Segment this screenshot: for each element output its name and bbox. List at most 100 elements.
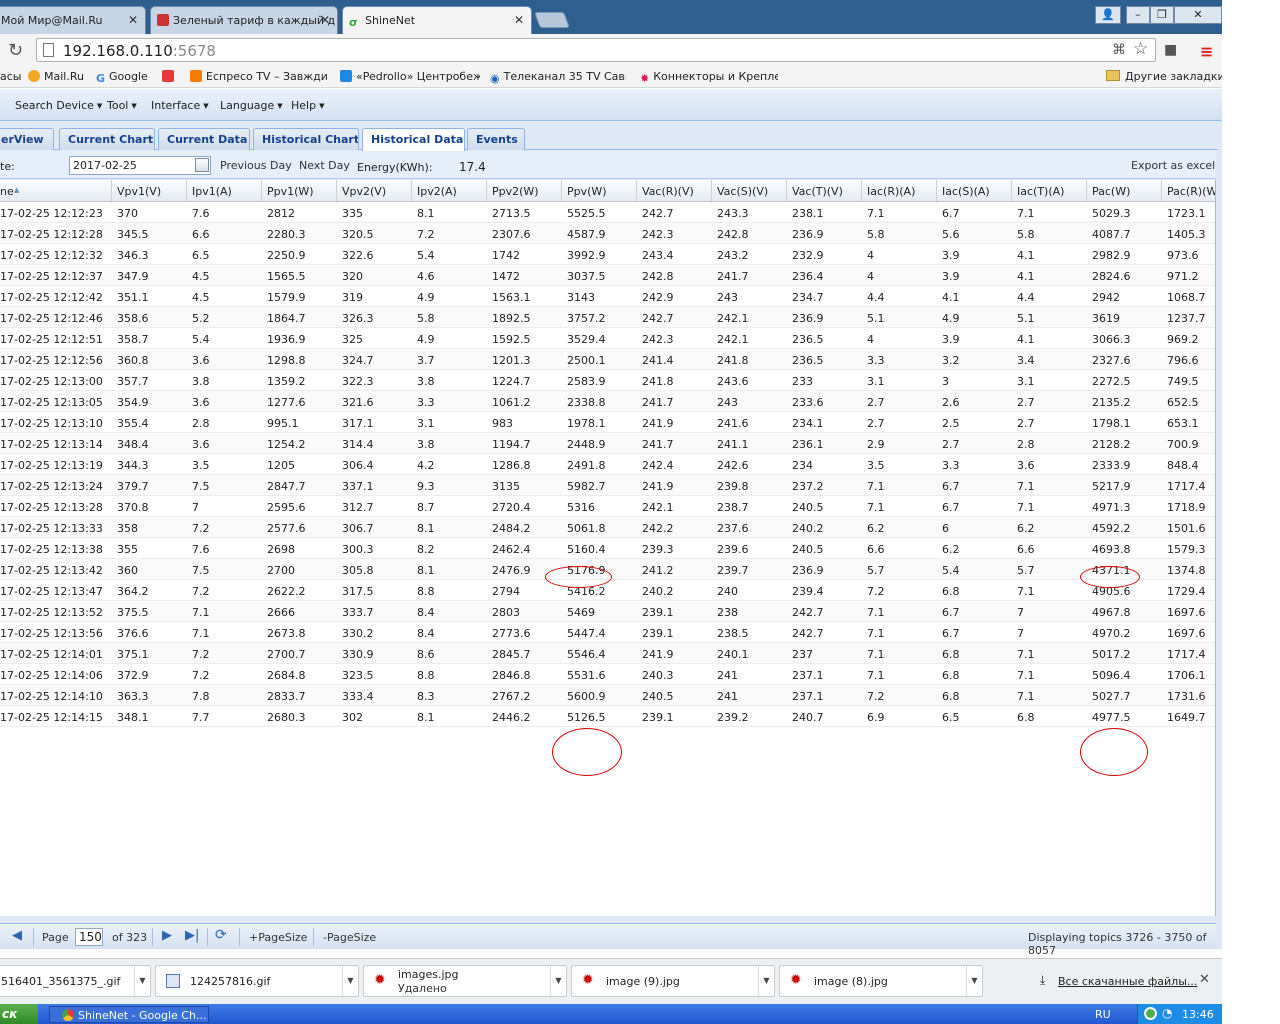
extension-icon[interactable]: ■	[1164, 42, 1177, 58]
table-row[interactable]: 17-02-25 12:12:32 346.3 6.5 2250.9 322.6 5.4 1…	[0, 244, 1215, 265]
all-downloads-link[interactable]: Все скачанные файлы...	[1058, 975, 1197, 988]
column-header[interactable]: Ipv1(A)	[187, 180, 262, 202]
previous-day-button[interactable]: Previous Day	[220, 159, 292, 172]
translate-icon[interactable]: ⌘	[1112, 42, 1126, 58]
column-header[interactable]: Pac(W)	[1087, 180, 1162, 202]
close-tab-icon[interactable]: ✕	[514, 13, 524, 27]
close-window-button[interactable]: ✕	[1174, 6, 1222, 24]
language-indicator[interactable]: RU	[1095, 1008, 1111, 1021]
last-page-icon[interactable]: ▶|	[185, 928, 199, 943]
table-row[interactable]: 17-02-25 12:13:33 358 7.2 2577.6 306.7 8.1 248…	[0, 517, 1215, 538]
tab-current-data[interactable]: Current Data	[158, 128, 250, 150]
menu-tool[interactable]: Tool ▼	[107, 99, 137, 112]
chevron-down-icon[interactable]: ▼	[134, 966, 150, 996]
bookmark-pocket[interactable]	[162, 70, 178, 83]
maximize-button[interactable]: ❐	[1150, 6, 1174, 24]
bookmark-google[interactable]: G Google	[96, 70, 148, 85]
close-tab-icon[interactable]: ✕	[320, 13, 330, 27]
column-header[interactable]: Iac(R)(A)	[862, 180, 937, 202]
reload-icon[interactable]: ↻	[8, 40, 23, 61]
export-excel-button[interactable]: Export as excel	[1131, 159, 1215, 172]
download-item[interactable]: 124257816.gif ▼	[155, 965, 359, 997]
column-header[interactable]: Ipv2(A)	[412, 180, 487, 202]
table-row[interactable]: 17-02-25 12:12:56 360.8 3.6 1298.8 324.7 3.7 1…	[0, 349, 1215, 370]
tab-mail[interactable]: Мой Мир@Mail.Ru ✕	[0, 6, 146, 34]
new-tab-button[interactable]	[534, 12, 570, 28]
table-row[interactable]: 17-02-25 12:12:42 351.1 4.5 1579.9 319 4.9 156…	[0, 286, 1215, 307]
table-row[interactable]: 17-02-25 12:13:00 357.7 3.8 1359.2 322.3 3.8 1…	[0, 370, 1215, 391]
download-item[interactable]: ✹ image (8).jpg ▼	[779, 965, 983, 997]
chevron-down-icon[interactable]: ▼	[342, 966, 358, 996]
prev-page-icon[interactable]: ◀	[12, 928, 22, 943]
table-row[interactable]: 17-02-25 12:13:14 348.4 3.6 1254.2 314.4 3.8 1…	[0, 433, 1215, 454]
tab-current-chart[interactable]: Current Chart	[59, 128, 155, 150]
table-row[interactable]: 17-02-25 12:13:42 360 7.5 2700 305.8 8.1 2476.…	[0, 559, 1215, 580]
column-header[interactable]: Iac(S)(A)	[937, 180, 1012, 202]
column-header[interactable]: Vpv1(V)	[112, 180, 187, 202]
calendar-icon[interactable]	[195, 158, 209, 172]
column-header[interactable]: Ppv2(W)	[487, 180, 562, 202]
table-row[interactable]: 17-02-25 12:13:05 354.9 3.6 1277.6 321.6 3.3 1…	[0, 391, 1215, 412]
star-icon[interactable]: ☆	[1133, 39, 1148, 59]
date-field[interactable]: 2017-02-25	[69, 156, 211, 175]
table-row[interactable]: 17-02-25 12:13:24 379.7 7.5 2847.7 337.1 9.3 3…	[0, 475, 1215, 496]
tab-shinenet[interactable]: σ ShineNet ✕	[342, 6, 532, 35]
table-row[interactable]: 17-02-25 12:13:47 364.2 7.2 2622.2 317.5 8.8 2…	[0, 580, 1215, 601]
table-row[interactable]: 17-02-25 12:14:01 375.1 7.2 2700.7 330.9 8.6 2…	[0, 643, 1215, 664]
plus-pagesize-button[interactable]: +PageSize	[249, 931, 307, 944]
bookmark-connectors[interactable]: ✸ Коннекторы и Креплен	[640, 70, 778, 85]
tray-status-icon[interactable]	[1144, 1007, 1157, 1020]
tab-events[interactable]: Events	[467, 128, 525, 150]
column-header[interactable]: Vpv2(V)	[337, 180, 412, 202]
menu-help[interactable]: Help ▼	[291, 99, 324, 112]
table-row[interactable]: 17-02-25 12:14:06 372.9 7.2 2684.8 323.5 8.8 2…	[0, 664, 1215, 685]
column-header[interactable]: Vac(S)(V)	[712, 180, 787, 202]
table-row[interactable]: 17-02-25 12:13:56 376.6 7.1 2673.8 330.2 8.4 2…	[0, 622, 1215, 643]
other-bookmarks-folder[interactable]: Другие закладки	[1106, 70, 1222, 83]
download-item[interactable]: ✹ image (9).jpg ▼	[571, 965, 775, 997]
profile-icon[interactable]: 👤	[1095, 6, 1121, 24]
close-icon[interactable]: ✕	[1199, 972, 1210, 987]
column-header[interactable]: Vac(T)(V)	[787, 180, 862, 202]
table-row[interactable]: 17-02-25 12:13:10 355.4 2.8 995.1 317.1 3.1 98…	[0, 412, 1215, 433]
menu-icon[interactable]: ≡	[1200, 42, 1213, 61]
taskbar-chrome-button[interactable]: ShineNet - Google Ch...	[49, 1006, 209, 1023]
column-header[interactable]: Pac(R)(W)	[1162, 180, 1215, 202]
column-header[interactable]: Ppv1(W)	[262, 180, 337, 202]
tab-historical-data[interactable]: Historical Data	[362, 128, 465, 151]
table-row[interactable]: 17-02-25 12:13:19 344.3 3.5 1205 306.4 4.2 128…	[0, 454, 1215, 475]
tab-historical-chart[interactable]: Historical Chart	[253, 128, 359, 150]
table-row[interactable]: 17-02-25 12:12:37 347.9 4.5 1565.5 320 4.6 147…	[0, 265, 1215, 286]
bookmark-pedrollo[interactable]: «Pedrollo» Центробеж	[340, 70, 480, 83]
bookmark-espreso[interactable]: Еспресо TV – Завжди н	[190, 70, 330, 83]
table-row[interactable]: 17-02-25 12:13:28 370.8 7 2595.6 312.7 8.7 272…	[0, 496, 1215, 517]
minimize-button[interactable]: –	[1126, 6, 1150, 24]
minus-pagesize-button[interactable]: -PageSize	[323, 931, 376, 944]
table-row[interactable]: 17-02-25 12:14:10 363.3 7.8 2833.7 333.4 8.3 2…	[0, 685, 1215, 706]
table-row[interactable]: 17-02-25 12:12:23 370 7.6 2812 335 8.1 2713.5 5…	[0, 202, 1215, 223]
table-row[interactable]: 17-02-25 12:12:51 358.7 5.4 1936.9 325 4.9 159…	[0, 328, 1215, 349]
table-row[interactable]: 17-02-25 12:12:46 358.6 5.2 1864.7 326.3 5.8 1…	[0, 307, 1215, 328]
table-row[interactable]: 17-02-25 12:13:52 375.5 7.1 2666 333.7 8.4 280…	[0, 601, 1215, 622]
menu-language[interactable]: Language ▼	[220, 99, 283, 112]
tray-app-icon[interactable]: ◔	[1162, 1006, 1172, 1020]
column-header[interactable]: ne ▲	[0, 180, 112, 202]
next-page-icon[interactable]: ▶	[162, 928, 172, 943]
address-bar[interactable]: 192.168.0.110:5678	[36, 38, 1156, 62]
menu-interface[interactable]: Interface ▼	[151, 99, 209, 112]
table-row[interactable]: 17-02-25 12:13:38 355 7.6 2698 300.3 8.2 2462.…	[0, 538, 1215, 559]
column-header[interactable]: Ppv(W)	[562, 180, 637, 202]
column-header[interactable]: Iac(T)(A)	[1012, 180, 1087, 202]
close-tab-icon[interactable]: ✕	[128, 13, 138, 27]
tab-overview[interactable]: erView	[0, 128, 54, 150]
bookmark[interactable]: асы	[0, 70, 21, 83]
chevron-down-icon[interactable]: ▼	[550, 966, 566, 996]
table-row[interactable]: 17-02-25 12:14:15 348.1 7.7 2680.3 302 8.1 244…	[0, 706, 1215, 727]
download-item[interactable]: 516401_3561375_.gif ▼	[0, 965, 151, 997]
chevron-down-icon[interactable]: ▼	[966, 966, 982, 996]
bookmark-mailru[interactable]: Mail.Ru	[28, 70, 84, 83]
chevron-down-icon[interactable]: ▼	[758, 966, 774, 996]
download-item[interactable]: ✹ images.jpg Удалено ▼	[363, 965, 567, 997]
tab-green-tariff[interactable]: Зеленый тариф в каждый д ✕	[150, 6, 338, 34]
refresh-icon[interactable]: ⟳	[215, 927, 227, 943]
